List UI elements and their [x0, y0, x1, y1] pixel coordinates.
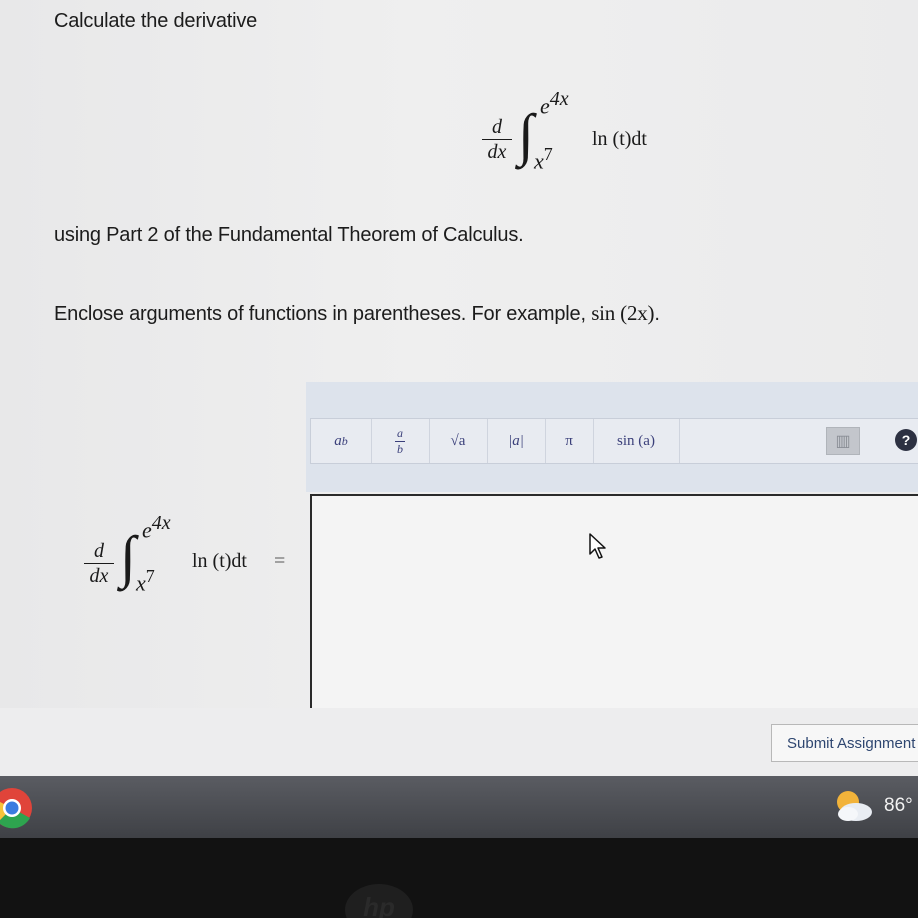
lhs-upper-exponent: 4x	[151, 512, 171, 534]
lhs-upper-limit: e4x	[142, 512, 171, 543]
part-text: using Part 2 of the Fundamental Theorem …	[54, 224, 524, 246]
sin-button[interactable]: sin (a)	[593, 419, 680, 463]
lower-limit: x7	[534, 144, 553, 174]
upper-base: e	[540, 93, 550, 119]
exponent-base: a	[334, 432, 342, 449]
integrand: ln (t)dt	[592, 128, 647, 150]
lhs-dx: dx	[89, 565, 109, 587]
taskbar	[0, 776, 918, 838]
screen: Calculate the derivative d dx ∫ e4x x7 l…	[0, 0, 918, 776]
trash-icon[interactable]: ▥	[826, 427, 860, 455]
fraction-num: a	[397, 425, 403, 440]
lhs-lower-limit: x7	[136, 566, 155, 596]
exponent-sup: b	[341, 433, 348, 448]
integral-sign: ∫	[518, 102, 534, 167]
hp-logo-icon: hp	[345, 884, 413, 918]
dx-denominator: dx	[487, 141, 507, 163]
lower-exponent: 7	[543, 144, 553, 164]
pi-button[interactable]: π	[545, 419, 594, 463]
lhs-d: d	[94, 540, 104, 562]
hint-prefix: Enclose arguments of functions in parent…	[54, 303, 592, 325]
upper-exponent: 4x	[549, 88, 569, 110]
submit-assignment-button[interactable]: Submit Assignment	[771, 724, 918, 762]
answer-label-equation: d dx ∫ e4x x7 ln (t)dt =	[78, 510, 308, 600]
fraction-den: b	[397, 441, 403, 456]
derivative-equation: d dx ∫ e4x x7 ln (t)dt	[478, 88, 678, 178]
lhs-d-dx-fraction: d dx	[84, 540, 114, 587]
exponent-button[interactable]: ab	[311, 419, 372, 463]
weather-icon[interactable]	[830, 786, 876, 826]
lhs-integral-sign: ∫	[120, 524, 136, 589]
equals-sign: =	[274, 550, 286, 572]
hint-example: sin (2x)	[591, 301, 655, 325]
lhs-lower-exponent: 7	[145, 566, 155, 586]
hint-suffix: .	[654, 303, 660, 325]
d-numerator: d	[492, 116, 502, 138]
temperature-readout: 86°	[884, 795, 913, 816]
help-icon[interactable]: ?	[895, 429, 917, 451]
svg-text:hp: hp	[363, 892, 395, 918]
lhs-integrand: ln (t)dt	[192, 550, 247, 572]
lhs-lower-variable: x	[136, 570, 146, 596]
d-dx-fraction: d dx	[482, 116, 512, 163]
upper-limit: e4x	[540, 88, 569, 119]
mouse-pointer-icon	[589, 533, 606, 559]
answer-input[interactable]	[310, 494, 918, 716]
chrome-icon[interactable]	[0, 787, 38, 829]
laptop-bezel	[0, 838, 918, 918]
lhs-upper-base: e	[142, 517, 152, 543]
fraction-button[interactable]: a b	[371, 419, 430, 463]
lower-variable: x	[534, 148, 544, 174]
hint-text: Enclose arguments of functions in parent…	[54, 301, 660, 326]
abs-button[interactable]: |a|	[487, 419, 546, 463]
sqrt-button[interactable]: √a	[429, 419, 488, 463]
question-title: Calculate the derivative	[54, 10, 258, 32]
